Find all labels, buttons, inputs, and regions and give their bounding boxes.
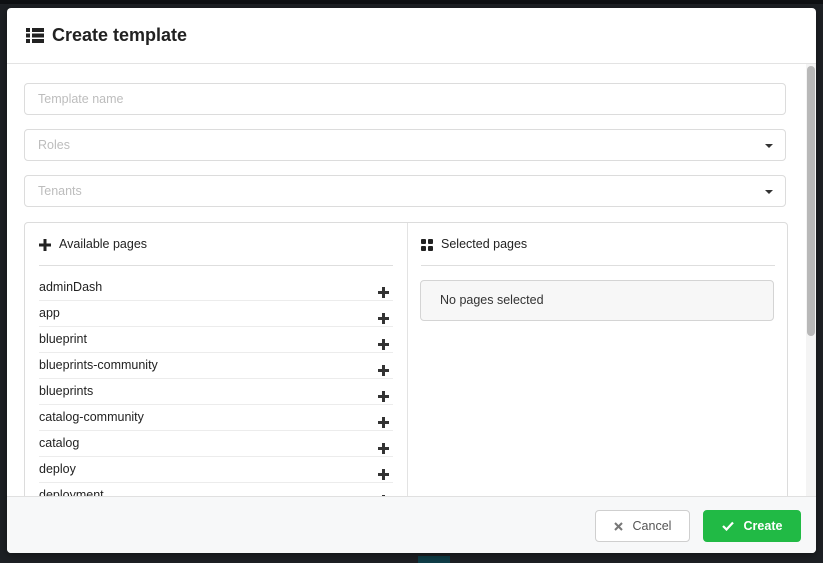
list-item[interactable]: catalog-community: [39, 405, 393, 431]
roles-placeholder: Roles: [38, 138, 70, 152]
tenants-placeholder: Tenants: [38, 184, 82, 198]
page-label: catalog: [39, 436, 80, 450]
caret-down-icon: [765, 190, 773, 194]
create-button[interactable]: Create: [703, 510, 801, 542]
add-page-icon[interactable]: [378, 282, 389, 298]
pages-selector: Available pages Selected pages adminDash: [24, 222, 788, 496]
modal-title: Create template: [52, 25, 188, 45]
template-name-input[interactable]: [25, 84, 785, 114]
list-item[interactable]: app: [39, 301, 393, 327]
list-item[interactable]: blueprints: [39, 379, 393, 405]
no-pages-message: No pages selected: [420, 280, 774, 321]
add-page-icon[interactable]: [378, 360, 389, 376]
cancel-button[interactable]: Cancel: [595, 510, 690, 542]
list-item[interactable]: catalog: [39, 431, 393, 457]
selected-pages-header: Selected pages: [421, 223, 775, 266]
list-item[interactable]: blueprints-community: [39, 353, 393, 379]
add-page-icon[interactable]: [378, 412, 389, 428]
grid-icon: [421, 238, 433, 251]
available-pages-header: Available pages: [39, 223, 393, 266]
page-label: adminDash: [39, 280, 103, 294]
scrollbar-thumb[interactable]: [807, 66, 815, 336]
add-page-icon[interactable]: [378, 386, 389, 402]
selected-pages-title: Selected pages: [441, 237, 528, 251]
page-label: blueprint: [39, 332, 87, 346]
list-item[interactable]: deployment: [39, 483, 393, 496]
create-label: Create: [743, 519, 783, 533]
check-icon: [721, 521, 734, 531]
cancel-label: Cancel: [632, 519, 672, 533]
modal-body: Roles Tenants Available pages: [7, 64, 816, 496]
page-label: blueprints: [39, 384, 94, 398]
tenants-dropdown[interactable]: Tenants: [24, 175, 786, 207]
backdrop-top-edge: [0, 0, 823, 4]
available-pages-title: Available pages: [59, 237, 148, 251]
modal-scrollbar[interactable]: [806, 64, 816, 496]
list-item[interactable]: adminDash: [39, 275, 393, 301]
page-label: blueprints-community: [39, 358, 158, 372]
add-page-icon[interactable]: [378, 464, 389, 480]
page-label: deploy: [39, 462, 76, 476]
list-item[interactable]: blueprint: [39, 327, 393, 353]
add-page-icon[interactable]: [378, 334, 389, 350]
available-pages-list: adminDash app blueprint blueprints-commu…: [39, 275, 393, 496]
modal-footer: Cancel Create: [7, 496, 816, 553]
close-icon: [613, 521, 623, 531]
add-page-icon[interactable]: [378, 308, 389, 324]
roles-dropdown[interactable]: Roles: [24, 129, 786, 161]
modal-header: Create template: [7, 8, 816, 64]
create-template-modal: Create template Roles Tenants Av: [7, 8, 816, 553]
page-label: deployment: [39, 488, 104, 496]
list-item[interactable]: deploy: [39, 457, 393, 483]
page-label: app: [39, 306, 60, 320]
add-page-icon[interactable]: [378, 438, 389, 454]
page-label: catalog-community: [39, 410, 144, 424]
plus-icon: [39, 238, 51, 251]
template-name-field[interactable]: [24, 83, 786, 115]
column-divider: [407, 223, 408, 496]
backdrop-bottom-element: [418, 556, 450, 563]
list-icon: [26, 28, 44, 43]
caret-down-icon: [765, 144, 773, 148]
